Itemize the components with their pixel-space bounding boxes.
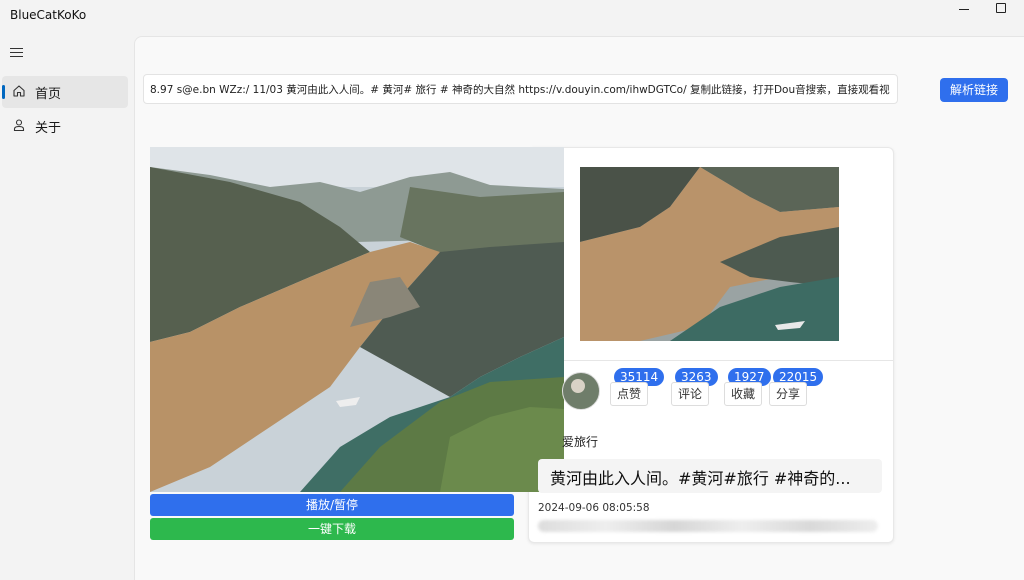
- user-icon: [13, 119, 25, 132]
- favorite-label: 收藏: [724, 382, 763, 406]
- parse-link-button[interactable]: 解析链接: [940, 78, 1008, 102]
- maximize-icon[interactable]: [978, 0, 1024, 28]
- video-description: 黄河由此入人间。#黄河#旅行 #神奇的...: [538, 459, 882, 493]
- share-link-text: 8.97 s@e.bn WZz:/ 11/03 黄河由此入人间。# 黄河# 旅行…: [150, 84, 890, 96]
- sidebar-item-label: 关于: [35, 121, 62, 136]
- author-name: 爱旅行: [562, 435, 599, 449]
- sidebar-item-label: 首页: [35, 87, 62, 102]
- menu-toggle-icon[interactable]: [10, 46, 24, 58]
- share-link-input[interactable]: 8.97 s@e.bn WZz:/ 11/03 黄河由此入人间。# 黄河# 旅行…: [143, 74, 898, 104]
- title-bar: BlueCatKoKo: [0, 0, 1024, 34]
- author-avatar: [562, 372, 600, 410]
- sidebar-item-about[interactable]: 关于: [2, 110, 128, 142]
- video-player[interactable]: [150, 147, 564, 492]
- app-title: BlueCatKoKo: [10, 8, 87, 22]
- description-text: 黄河由此入人间。#黄河#旅行 #神奇的...: [550, 469, 851, 488]
- like-label: 点赞: [610, 382, 649, 406]
- comment-label: 评论: [671, 382, 710, 406]
- blurred-text: [538, 520, 878, 532]
- home-icon: [13, 85, 25, 97]
- publish-time: 2024-09-06 08:05:58: [538, 502, 650, 514]
- play-pause-button[interactable]: 播放/暂停: [150, 494, 514, 516]
- sidebar-item-home[interactable]: 首页: [2, 76, 128, 108]
- share-label: 分享: [769, 382, 808, 406]
- download-button[interactable]: 一键下载: [150, 518, 514, 540]
- card-divider: [529, 360, 893, 361]
- cover-image: [580, 167, 839, 341]
